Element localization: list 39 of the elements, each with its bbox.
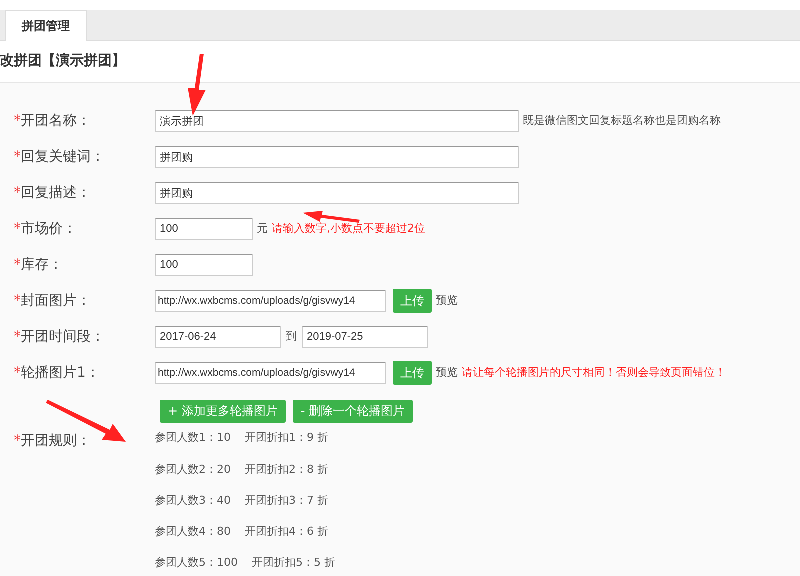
rule-text: 参团人数5：100 bbox=[155, 555, 238, 571]
arrow-annotation bbox=[188, 54, 206, 116]
arrow-annotation bbox=[303, 211, 360, 223]
page-heading: 改拼团【演示拼团】 bbox=[0, 52, 126, 71]
field-label: *开团时间段： bbox=[14, 328, 106, 346]
input-field[interactable]: http://wx.wxbcms.com/uploads/g/gisvwy14 bbox=[155, 362, 386, 384]
field-label: *回复关键词： bbox=[14, 148, 106, 166]
input-field[interactable]: 100 bbox=[155, 218, 253, 240]
range-separator: 到 bbox=[286, 328, 297, 345]
field-label: *市场价： bbox=[14, 220, 78, 238]
input-field[interactable]: 2019-07-25 bbox=[302, 326, 428, 348]
input-field[interactable]: 拼团购 bbox=[155, 146, 519, 168]
input-field[interactable]: 2017-06-24 bbox=[155, 326, 281, 348]
input-field[interactable]: 100 bbox=[155, 254, 253, 276]
field-label: *回复描述： bbox=[14, 184, 92, 202]
field-label: *开团规则： bbox=[14, 432, 92, 451]
input-field[interactable]: http://wx.wxbcms.com/uploads/g/gisvwy14 bbox=[155, 290, 386, 312]
warning-text: 请输入数字,小数点不要超过2位 bbox=[272, 220, 426, 237]
preview-link[interactable]: 预览 bbox=[436, 364, 458, 382]
rule-text: 参团人数4：80 bbox=[155, 524, 231, 540]
field-label: *开团名称： bbox=[14, 112, 92, 130]
input-field[interactable]: 演示拼团 bbox=[155, 110, 519, 132]
rule-text: 开团折扣1：9 折 bbox=[245, 430, 328, 446]
field-label: *库存： bbox=[14, 256, 64, 274]
rule-text: 参团人数3：40 bbox=[155, 493, 231, 509]
warning-text: 请让每个轮播图片的尺寸相同！否则会导致页面错位！ bbox=[462, 364, 726, 381]
field-hint: 既是微信图文回复标题名称也是团购名称 bbox=[523, 112, 721, 129]
rule-text: 开团折扣5：5 折 bbox=[252, 555, 336, 571]
rule-text: 开团折扣4：6 折 bbox=[245, 524, 328, 540]
rule-text: 开团折扣3：7 折 bbox=[245, 493, 328, 509]
field-label: *封面图片： bbox=[14, 292, 92, 310]
tab[interactable]: 拼团管理 bbox=[5, 10, 87, 41]
field-label: *轮播图片1： bbox=[14, 364, 101, 382]
rule-text: 开团折扣2：8 折 bbox=[245, 462, 328, 478]
rule-text: 参团人数2：20 bbox=[155, 462, 231, 478]
preview-link[interactable]: 预览 bbox=[436, 292, 458, 310]
input-field[interactable]: 拼团购 bbox=[155, 182, 519, 204]
unit-label: 元 bbox=[257, 220, 268, 237]
rule-text: 参团人数1：10 bbox=[155, 430, 231, 446]
